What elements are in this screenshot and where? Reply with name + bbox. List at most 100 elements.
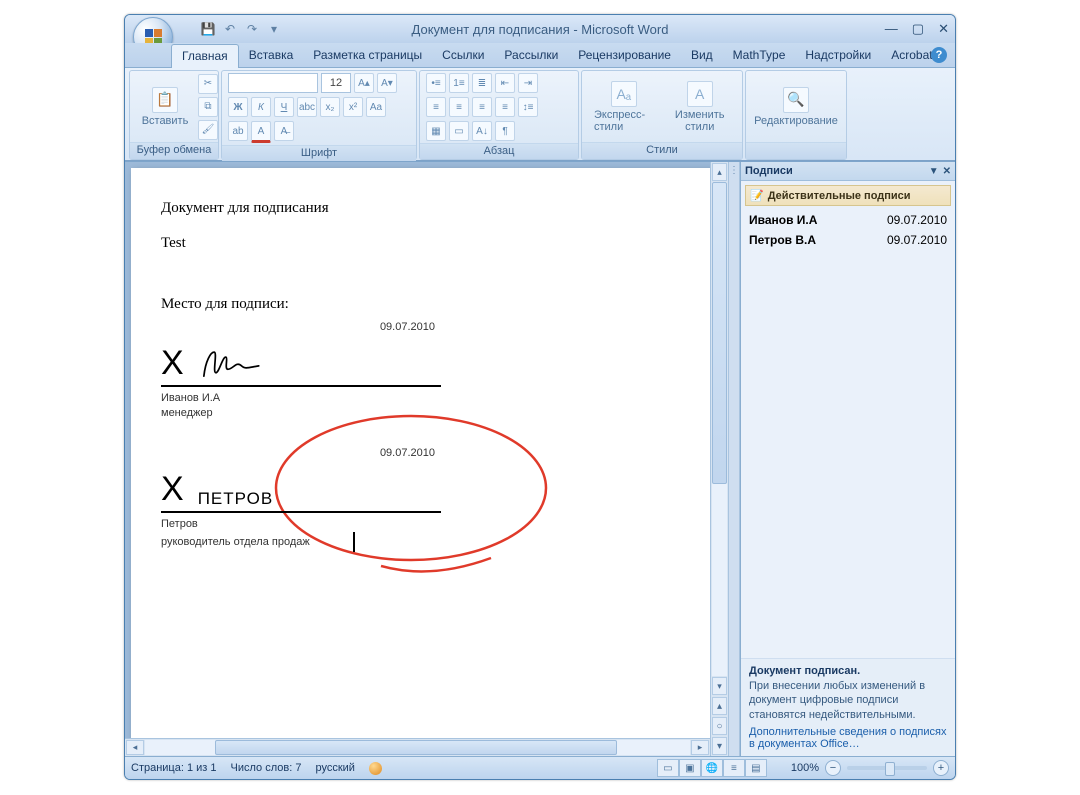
- zoom-slider[interactable]: [847, 766, 927, 770]
- tab-review[interactable]: Рецензирование: [568, 44, 681, 67]
- document-viewport[interactable]: Документ для подписания Test Место для п…: [125, 162, 710, 738]
- document-page[interactable]: Документ для подписания Test Место для п…: [131, 168, 710, 738]
- clear-formatting-button[interactable]: A̶: [274, 121, 294, 141]
- close-button[interactable]: ✕: [938, 21, 949, 37]
- vscroll-track[interactable]: [712, 182, 727, 676]
- signature-block-1[interactable]: 09.07.2010 X Иванов И.А менеджер: [161, 321, 441, 421]
- sig1-x: X: [161, 344, 184, 383]
- hscroll-thumb[interactable]: [215, 740, 617, 755]
- view-print-layout[interactable]: ▭: [657, 759, 679, 777]
- font-size-combo[interactable]: 12: [321, 73, 351, 93]
- copy-button[interactable]: ⧉: [198, 97, 218, 117]
- subscript-button[interactable]: x₂: [320, 97, 340, 117]
- titlebar: 💾 ↶ ↷ ▾ Документ для подписания - Micros…: [125, 15, 955, 43]
- sort-button[interactable]: A↓: [472, 121, 492, 141]
- sig2-typed: ПЕТРОВ: [198, 489, 273, 509]
- text-highlight-button[interactable]: ab: [228, 121, 248, 141]
- font-name-combo[interactable]: [228, 73, 318, 93]
- zoom-out-button[interactable]: −: [825, 760, 841, 776]
- vscroll-up[interactable]: ▴: [712, 163, 727, 181]
- tab-page-layout[interactable]: Разметка страницы: [303, 44, 432, 67]
- signature-row[interactable]: Петров В.А 09.07.2010: [745, 230, 951, 250]
- hscroll-track[interactable]: [145, 740, 690, 755]
- hscroll-right[interactable]: ▸: [691, 740, 709, 755]
- numbering-button[interactable]: 1≡: [449, 73, 469, 93]
- superscript-button[interactable]: x²: [343, 97, 363, 117]
- zoom-in-button[interactable]: +: [933, 760, 949, 776]
- underline-button[interactable]: Ч: [274, 97, 294, 117]
- vertical-scrollbar[interactable]: ▴ ▾ ▴ ○ ▾: [710, 162, 728, 756]
- change-styles-button[interactable]: A Изменить стили: [663, 77, 736, 137]
- tab-home[interactable]: Главная: [171, 44, 239, 68]
- format-painter-button[interactable]: 🖌: [198, 120, 218, 140]
- signed-document-icon[interactable]: [369, 762, 382, 775]
- tab-references[interactable]: Ссылки: [432, 44, 494, 67]
- tab-addins[interactable]: Надстройки: [795, 44, 881, 67]
- redo-icon[interactable]: ↷: [245, 22, 259, 36]
- taskpane-close-icon[interactable]: ✕: [943, 166, 951, 177]
- status-words[interactable]: Число слов: 7: [231, 762, 302, 774]
- paste-button[interactable]: 📋 Вставить: [136, 83, 194, 131]
- taskpane-menu-icon[interactable]: ▼: [929, 166, 939, 177]
- view-outline[interactable]: ≡: [723, 759, 745, 777]
- multilevel-button[interactable]: ≣: [472, 73, 492, 93]
- signature-row[interactable]: Иванов И.А 09.07.2010: [745, 210, 951, 230]
- group-font-label: Шрифт: [222, 145, 416, 161]
- tab-view[interactable]: Вид: [681, 44, 723, 67]
- justify-button[interactable]: ≡: [495, 97, 515, 117]
- align-right-button[interactable]: ≡: [472, 97, 492, 117]
- change-case-button[interactable]: Aa: [366, 97, 386, 117]
- valid-sign-label: Действительные подписи: [768, 190, 911, 202]
- editing-button[interactable]: 🔍 Редактирование: [752, 83, 840, 131]
- decrease-indent-button[interactable]: ⇤: [495, 73, 515, 93]
- hscroll-left[interactable]: ◂: [126, 740, 144, 755]
- signatures-list: Иванов И.А 09.07.2010 Петров В.А 09.07.2…: [741, 210, 955, 658]
- shrink-font-button[interactable]: A▾: [377, 73, 397, 93]
- vscroll-thumb[interactable]: [712, 182, 727, 484]
- zoom-value[interactable]: 100%: [791, 762, 819, 774]
- italic-button[interactable]: К: [251, 97, 271, 117]
- strike-button[interactable]: abc: [297, 97, 317, 117]
- group-clipboard-label: Буфер обмена: [130, 142, 218, 159]
- tab-mailings[interactable]: Рассылки: [494, 44, 568, 67]
- taskpane-gripper[interactable]: ⋮: [728, 162, 740, 756]
- signature-block-2[interactable]: 09.07.2010 X ПЕТРОВ Петров руководитель …: [161, 447, 441, 552]
- view-full-screen[interactable]: ▣: [679, 759, 701, 777]
- sig1-date: 09.07.2010: [161, 321, 441, 333]
- sig1-role: менеджер: [161, 406, 441, 421]
- borders-button[interactable]: ▭: [449, 121, 469, 141]
- align-left-button[interactable]: ≡: [426, 97, 446, 117]
- undo-icon[interactable]: ↶: [223, 22, 237, 36]
- line-spacing-button[interactable]: ↕≡: [518, 97, 538, 117]
- tab-mathtype[interactable]: MathType: [723, 44, 796, 67]
- browse-prev[interactable]: ▴: [712, 697, 727, 715]
- increase-indent-button[interactable]: ⇥: [518, 73, 538, 93]
- quick-styles-button[interactable]: Aₐ Экспресс-стили: [588, 77, 659, 137]
- group-font: 12 A▴ A▾ Ж К Ч abc x₂ x² Aa ab A A̶: [221, 70, 417, 160]
- align-center-button[interactable]: ≡: [449, 97, 469, 117]
- qat-more-icon[interactable]: ▾: [267, 22, 281, 36]
- help-button[interactable]: ?: [931, 47, 947, 63]
- status-language[interactable]: русский: [315, 762, 354, 774]
- vscroll-down[interactable]: ▾: [712, 677, 727, 695]
- cut-button[interactable]: ✂: [198, 74, 218, 94]
- bold-button[interactable]: Ж: [228, 97, 248, 117]
- show-marks-button[interactable]: ¶: [495, 121, 515, 141]
- status-page[interactable]: Страница: 1 из 1: [131, 762, 217, 774]
- browse-next[interactable]: ▾: [712, 737, 727, 755]
- maximize-button[interactable]: ▢: [912, 21, 924, 37]
- browse-select[interactable]: ○: [712, 717, 727, 735]
- sig2-date: 09.07.2010: [161, 447, 441, 459]
- font-color-button[interactable]: A: [251, 121, 271, 143]
- grow-font-button[interactable]: A▴: [354, 73, 374, 93]
- tab-insert[interactable]: Вставка: [239, 44, 304, 67]
- shading-button[interactable]: ▦: [426, 121, 446, 141]
- view-web[interactable]: 🌐: [701, 759, 723, 777]
- footer-link[interactable]: Дополнительные сведения о подписях в док…: [749, 726, 947, 750]
- view-draft[interactable]: ▤: [745, 759, 767, 777]
- horizontal-scrollbar[interactable]: ◂ ▸: [125, 738, 710, 756]
- bullets-button[interactable]: •≡: [426, 73, 446, 93]
- zoom-slider-thumb[interactable]: [885, 762, 895, 776]
- save-icon[interactable]: 💾: [201, 22, 215, 36]
- minimize-button[interactable]: —: [885, 21, 898, 37]
